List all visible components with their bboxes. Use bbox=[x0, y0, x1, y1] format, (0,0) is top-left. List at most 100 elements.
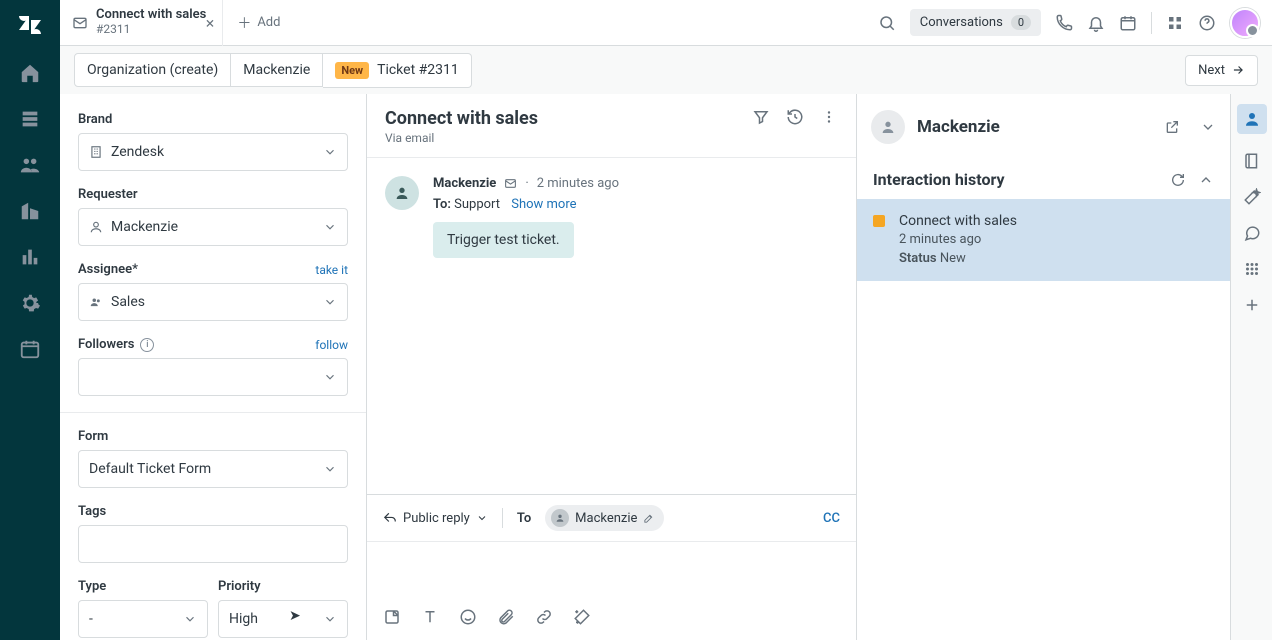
brand-select[interactable]: Zendesk bbox=[78, 133, 348, 171]
admin-icon[interactable] bbox=[19, 292, 41, 314]
emoji-icon[interactable] bbox=[459, 608, 477, 626]
reply-icon bbox=[383, 511, 397, 525]
tab-sub: #2311 bbox=[96, 23, 206, 37]
context-panel: Mackenzie Interaction history Connect wi… bbox=[857, 94, 1230, 640]
plus-icon: ＋ bbox=[237, 13, 251, 33]
next-label: Next bbox=[1198, 63, 1225, 78]
priority-value: High bbox=[229, 611, 258, 627]
requester-avatar bbox=[871, 110, 905, 144]
filter-icon[interactable] bbox=[752, 108, 770, 126]
history-status-label: Status bbox=[899, 251, 937, 266]
channel-mail-icon bbox=[504, 177, 517, 190]
recipient-pill[interactable]: Mackenzie bbox=[545, 505, 664, 531]
dot-sep: · bbox=[525, 176, 528, 191]
priority-select[interactable]: High bbox=[218, 600, 348, 638]
type-select[interactable]: - bbox=[78, 600, 208, 638]
top-bar: Connect with sales #2311 × ＋ Add Convers… bbox=[60, 0, 1272, 46]
attachment-icon[interactable] bbox=[497, 608, 515, 626]
magic-icon[interactable] bbox=[573, 608, 591, 626]
right-rail bbox=[1230, 94, 1272, 640]
take-it-link[interactable]: take it bbox=[315, 263, 348, 277]
follow-link[interactable]: follow bbox=[315, 338, 348, 352]
chevron-down-icon bbox=[323, 462, 337, 476]
assignee-value: Sales bbox=[111, 294, 145, 310]
phone-icon[interactable] bbox=[1055, 14, 1073, 32]
compose-note-icon[interactable] bbox=[383, 608, 401, 626]
calendar-nav-icon[interactable] bbox=[19, 338, 41, 360]
interaction-history-section: Interaction history Connect with sales 2… bbox=[857, 160, 1230, 281]
history-icon[interactable] bbox=[786, 108, 804, 126]
breadcrumb-ticket[interactable]: New Ticket #2311 bbox=[323, 53, 471, 88]
views-icon[interactable] bbox=[19, 108, 41, 130]
calendar-icon[interactable] bbox=[1119, 14, 1137, 32]
chevron-down-icon bbox=[476, 512, 488, 524]
add-tab-label: Add bbox=[257, 15, 280, 30]
help-icon[interactable] bbox=[1198, 14, 1216, 32]
apps-icon[interactable] bbox=[1166, 14, 1184, 32]
conversation-header: Connect with sales Via email bbox=[367, 94, 856, 158]
form-value: Default Ticket Form bbox=[89, 461, 211, 477]
field-brand: Brand Zendesk bbox=[78, 112, 348, 171]
tags-input[interactable] bbox=[78, 525, 348, 563]
show-more-link[interactable]: Show more bbox=[511, 197, 576, 212]
separator bbox=[60, 412, 366, 413]
conversations-button[interactable]: Conversations 0 bbox=[910, 9, 1041, 36]
home-icon[interactable] bbox=[19, 62, 41, 84]
chevron-down-icon bbox=[323, 612, 337, 626]
composer-textarea[interactable] bbox=[367, 542, 856, 600]
chat-icon[interactable] bbox=[1243, 224, 1261, 242]
form-select[interactable]: Default Ticket Form bbox=[78, 450, 348, 488]
chevron-down-icon bbox=[323, 145, 337, 159]
assignee-select[interactable]: Sales bbox=[78, 283, 348, 321]
reply-type-select[interactable]: Public reply bbox=[383, 511, 488, 526]
knowledge-icon[interactable] bbox=[1243, 152, 1261, 170]
field-type: Type - bbox=[78, 579, 208, 638]
chevron-down-icon[interactable] bbox=[1200, 119, 1216, 135]
customers-icon[interactable] bbox=[19, 154, 41, 176]
requester-select[interactable]: Mackenzie bbox=[78, 208, 348, 246]
message-sender: Mackenzie bbox=[433, 176, 496, 191]
add-tab[interactable]: ＋ Add bbox=[223, 13, 294, 33]
person-icon bbox=[89, 220, 103, 234]
requester-name: Mackenzie bbox=[917, 117, 1152, 137]
close-tab-icon[interactable]: × bbox=[206, 13, 215, 32]
more-icon[interactable] bbox=[820, 108, 838, 126]
apps-grid-icon[interactable] bbox=[1243, 260, 1261, 278]
breadcrumb-user[interactable]: Mackenzie bbox=[231, 53, 323, 87]
edit-icon bbox=[643, 513, 654, 524]
user-panel-icon[interactable] bbox=[1237, 104, 1267, 134]
arrow-right-icon bbox=[1231, 63, 1245, 77]
breadcrumb-organization[interactable]: Organization (create) bbox=[74, 53, 231, 87]
user-avatar[interactable] bbox=[1230, 8, 1260, 38]
text-format-icon[interactable] bbox=[421, 608, 439, 626]
person-icon bbox=[551, 509, 569, 527]
divider bbox=[502, 508, 503, 528]
requester-label: Requester bbox=[78, 187, 348, 202]
open-external-icon[interactable] bbox=[1164, 119, 1180, 135]
chevron-up-icon[interactable] bbox=[1198, 172, 1214, 188]
message-avatar bbox=[385, 176, 419, 210]
cc-button[interactable]: CC bbox=[823, 511, 840, 526]
field-tags: Tags bbox=[78, 504, 348, 563]
history-item[interactable]: Connect with sales 2 minutes ago Status … bbox=[857, 199, 1230, 281]
main-area: Connect with sales #2311 × ＋ Add Convers… bbox=[60, 0, 1272, 640]
organizations-icon[interactable] bbox=[19, 200, 41, 222]
brand-label: Brand bbox=[78, 112, 348, 127]
search-icon[interactable] bbox=[878, 14, 896, 32]
divider bbox=[1151, 12, 1152, 34]
tab-ticket[interactable]: Connect with sales #2311 × bbox=[60, 0, 223, 46]
group-icon bbox=[89, 295, 103, 309]
refresh-icon[interactable] bbox=[1170, 172, 1186, 188]
info-icon[interactable]: i bbox=[140, 338, 154, 352]
magic-wand-icon[interactable] bbox=[1243, 188, 1261, 206]
to-label: To: bbox=[433, 197, 451, 212]
requester-value: Mackenzie bbox=[111, 219, 178, 235]
link-icon[interactable] bbox=[535, 608, 553, 626]
notifications-icon[interactable] bbox=[1087, 14, 1105, 32]
reporting-icon[interactable] bbox=[19, 246, 41, 268]
add-app-icon[interactable] bbox=[1243, 296, 1261, 314]
followers-select[interactable] bbox=[78, 358, 348, 396]
form-label: Form bbox=[78, 429, 348, 444]
next-button[interactable]: Next bbox=[1185, 55, 1258, 86]
breadcrumb-ticket-label: Ticket #2311 bbox=[377, 62, 459, 78]
